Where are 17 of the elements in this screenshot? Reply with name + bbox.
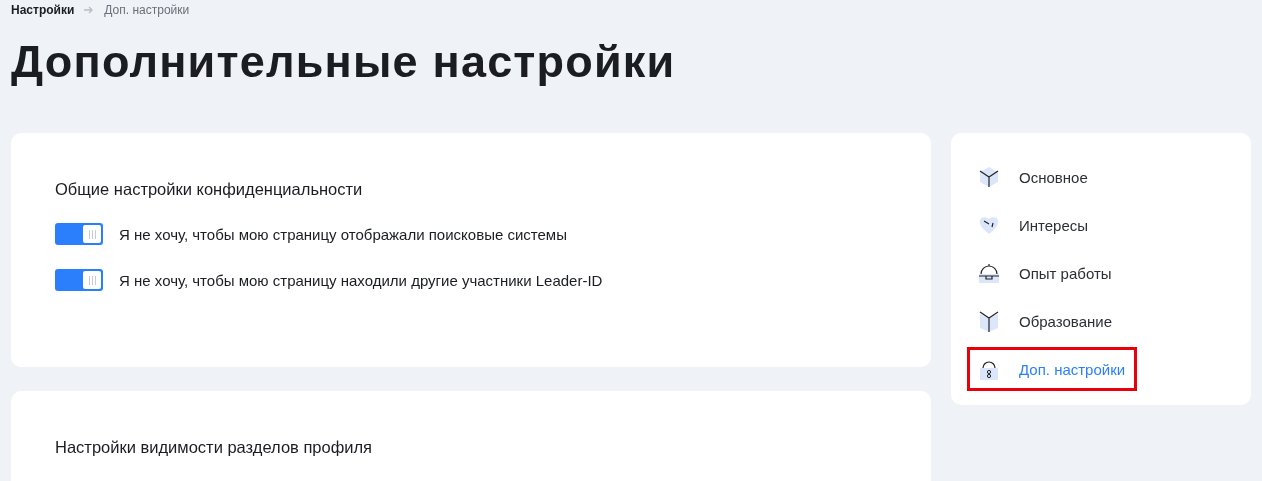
breadcrumb-link[interactable]: Настройки bbox=[11, 3, 75, 17]
sidebar-item[interactable]: Опыт работы bbox=[967, 249, 1235, 297]
toggle-switch[interactable] bbox=[55, 269, 103, 291]
sidebar-item[interactable]: Образование bbox=[967, 297, 1235, 345]
toggle-label: Я не хочу, чтобы мою страницу находили другие участники Leader-ID bbox=[119, 271, 603, 289]
arrow-icon bbox=[84, 6, 95, 14]
book-icon bbox=[977, 309, 1001, 333]
sidebar-item[interactable]: Доп. настройки bbox=[967, 347, 1137, 391]
page-title: Дополнительные настройки bbox=[11, 36, 677, 89]
toggle-switch[interactable] bbox=[55, 223, 103, 245]
section-heading: Общие настройки конфиденциальности bbox=[55, 180, 364, 199]
cube-icon bbox=[977, 165, 1001, 189]
breadcrumb-link[interactable]: Доп. настройки bbox=[104, 3, 190, 17]
sidebar-item[interactable]: Интересы bbox=[967, 201, 1235, 249]
toggle-label: Я не хочу, чтобы мою страницу отображали поисковые системы bbox=[119, 225, 567, 243]
section-heading: Настройки видимости разделов профиля bbox=[55, 438, 374, 457]
sidebar-item[interactable]: Основное bbox=[967, 153, 1235, 201]
